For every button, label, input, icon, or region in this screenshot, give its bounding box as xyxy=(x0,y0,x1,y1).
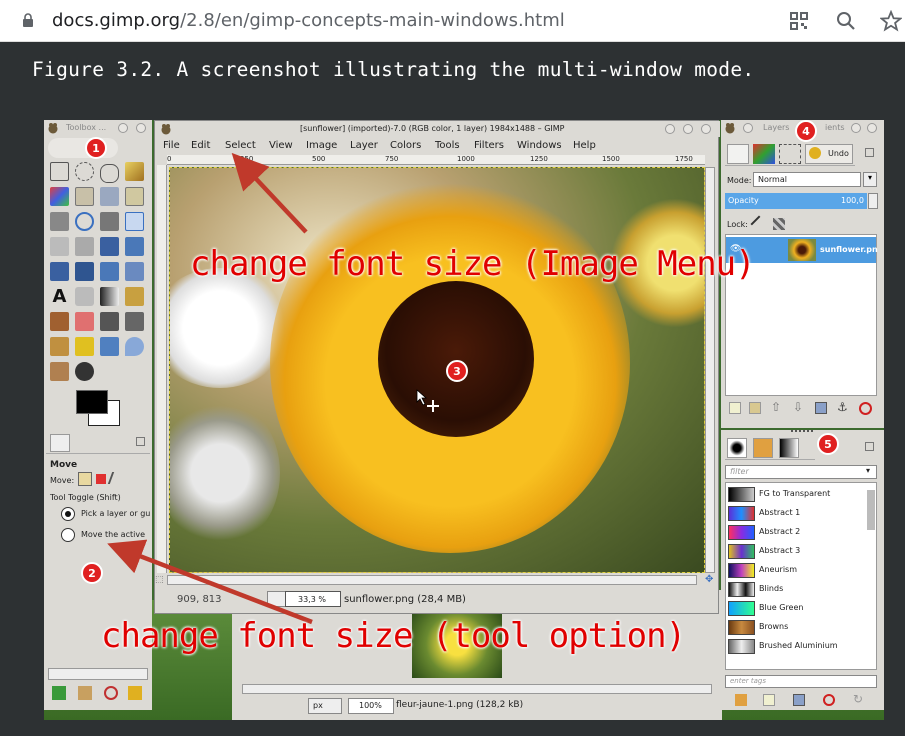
callout-image-menu: change font size (Image Menu) xyxy=(190,244,756,284)
arrow-to-tool-options xyxy=(107,539,313,625)
callout-tool-option: change font size (tool option) xyxy=(101,616,686,656)
figure-caption: Figure 3.2. A screenshot illustrating th… xyxy=(32,58,755,81)
lock-icon xyxy=(23,13,33,27)
url-text[interactable]: docs.gimp.org/2.8/en/gimp-concepts-main-… xyxy=(52,10,565,31)
zoom-icon[interactable] xyxy=(836,11,856,31)
arrow-to-menu xyxy=(231,152,308,234)
browser-address-bar[interactable]: docs.gimp.org/2.8/en/gimp-concepts-main-… xyxy=(0,0,905,42)
gimp-screenshot: SU Toolbox ... xyxy=(44,120,884,720)
bookmark-star-icon[interactable] xyxy=(880,10,902,32)
qr-code-icon[interactable] xyxy=(789,11,809,31)
